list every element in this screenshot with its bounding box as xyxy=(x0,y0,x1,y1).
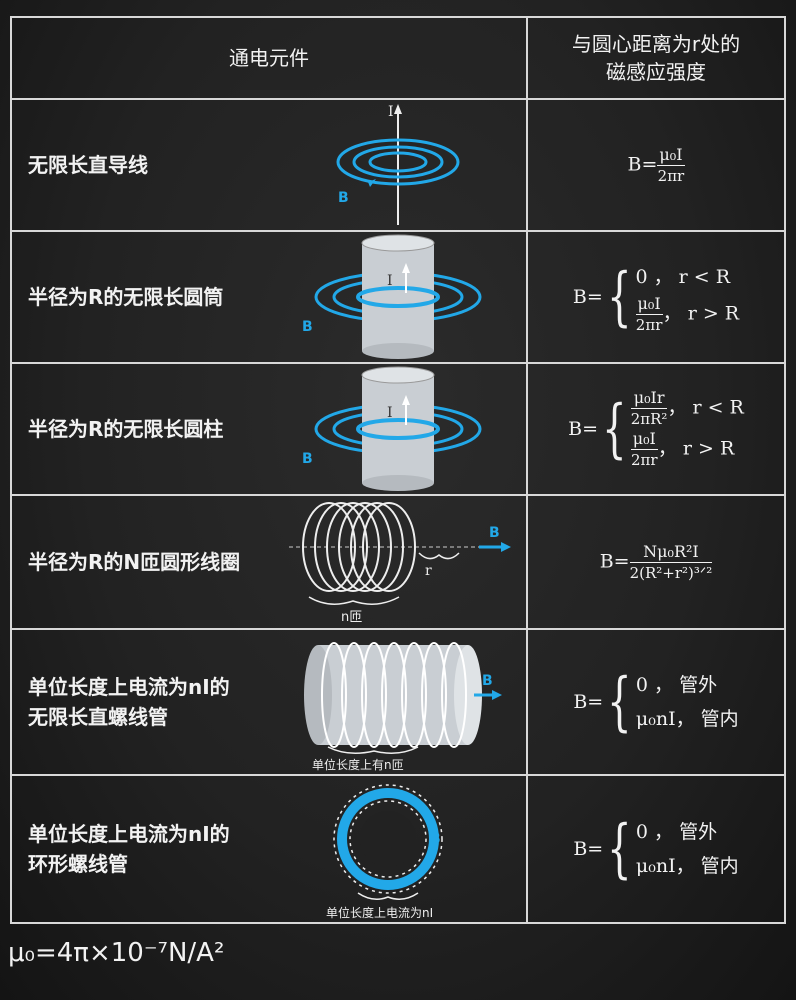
label-B: B xyxy=(302,451,313,467)
figure-solid-cylinder: I B xyxy=(269,362,528,496)
row-name: 无限长直导线 xyxy=(10,98,269,232)
row-circular-coil: 半径为R的N匝圆形线圈 B r n匝 B= Nμ₀R²I 2(R²+r²)³ᐟ² xyxy=(10,494,786,630)
row-name: 半径为R的无限长圆筒 xyxy=(10,230,269,364)
label-I: I xyxy=(387,405,393,421)
table-header-row: 通电元件 与圆心距离为r处的 磁感应强度 xyxy=(10,16,786,100)
figure-straight-wire: I B xyxy=(269,98,528,232)
figure-solenoid: B 单位长度上有n匝 xyxy=(269,628,528,776)
formula-straight-wire: B= μ₀I 2πr xyxy=(526,98,786,232)
physics-table-sheet: 通电元件 与圆心距离为r处的 磁感应强度 无限长直导线 I B B= μ₀I 2πr xyxy=(0,0,796,1000)
caption-current-per-length: 单位长度上电流为nI xyxy=(326,905,433,920)
header-component: 通电元件 xyxy=(10,16,527,100)
label-B: B xyxy=(302,319,313,335)
label-B: B xyxy=(338,190,349,206)
label-B: B xyxy=(430,831,441,847)
vacuum-permeability-note: μ₀=4π×10⁻⁷N/A² xyxy=(8,938,225,968)
label-n-turns: n匝 xyxy=(341,610,362,625)
straight-wire-diagram: I B xyxy=(336,104,459,225)
solenoid-diagram: B 单位长度上有n匝 xyxy=(303,642,502,772)
row-name: 单位长度上电流为nI的 环形螺线管 xyxy=(10,774,269,924)
row-toroid: 单位长度上电流为nI的 环形螺线管 B 单位长度上电流为nI B={ 0 ， 管… xyxy=(10,774,786,924)
header-field-line2: 磁感应强度 xyxy=(606,60,706,84)
figure-toroid: B 单位长度上电流为nI xyxy=(269,774,528,924)
label-I: I xyxy=(388,104,394,120)
header-field-strength: 与圆心距离为r处的 磁感应强度 xyxy=(526,16,786,100)
caption-turns-per-length: 单位长度上有n匝 xyxy=(312,757,404,772)
label-B: B xyxy=(489,525,500,541)
header-field-line1: 与圆心距离为r处的 xyxy=(571,32,741,56)
row-solid-cylinder: 半径为R的无限长圆柱 I B B={ μ₀Ir 2πR²， r < R μ₀I 2π… xyxy=(10,362,786,496)
formula-hollow-cylinder: B={ 0 ， r < R μ₀I 2πr， r > R xyxy=(526,230,786,364)
formula-solenoid: B={ 0 ， 管外 μ₀nI， 管内 xyxy=(526,628,786,776)
circular-coil-diagram: B r n匝 xyxy=(289,502,511,625)
formula-toroid: B={ 0 ， 管外 μ₀nI， 管内 xyxy=(526,774,786,924)
magnetic-field-table: 通电元件 与圆心距离为r处的 磁感应强度 无限长直导线 I B B= μ₀I 2πr xyxy=(10,16,786,924)
toroid-diagram: B 单位长度上电流为nI xyxy=(326,784,443,920)
row-hollow-cylinder: 半径为R的无限长圆筒 I B B={ 0 ， r < R μ₀I 2πr， r >… xyxy=(10,230,786,364)
row-name: 半径为R的N匝圆形线圈 xyxy=(10,494,269,630)
formula-solid-cylinder: B={ μ₀Ir 2πR²， r < R μ₀I 2πr， r > R xyxy=(526,362,786,496)
label-r: r xyxy=(425,563,432,579)
row-name: 单位长度上电流为nI的 无限长直螺线管 xyxy=(10,628,269,776)
figure-hollow-cylinder: I B xyxy=(269,230,528,364)
formula-circular-coil: B= Nμ₀R²I 2(R²+r²)³ᐟ² xyxy=(526,494,786,630)
figure-circular-coil: B r n匝 xyxy=(269,494,528,630)
row-name: 半径为R的无限长圆柱 xyxy=(10,362,269,496)
row-solenoid: 单位长度上电流为nI的 无限长直螺线管 B 单位长度上有n匝 B={0 ， 管… xyxy=(10,628,786,776)
label-B: B xyxy=(482,673,493,689)
hollow-cylinder-diagram: I B xyxy=(302,234,481,359)
row-straight-wire: 无限长直导线 I B B= μ₀I 2πr xyxy=(10,98,786,232)
label-I: I xyxy=(387,273,393,289)
solid-cylinder-diagram: I B xyxy=(302,366,481,491)
